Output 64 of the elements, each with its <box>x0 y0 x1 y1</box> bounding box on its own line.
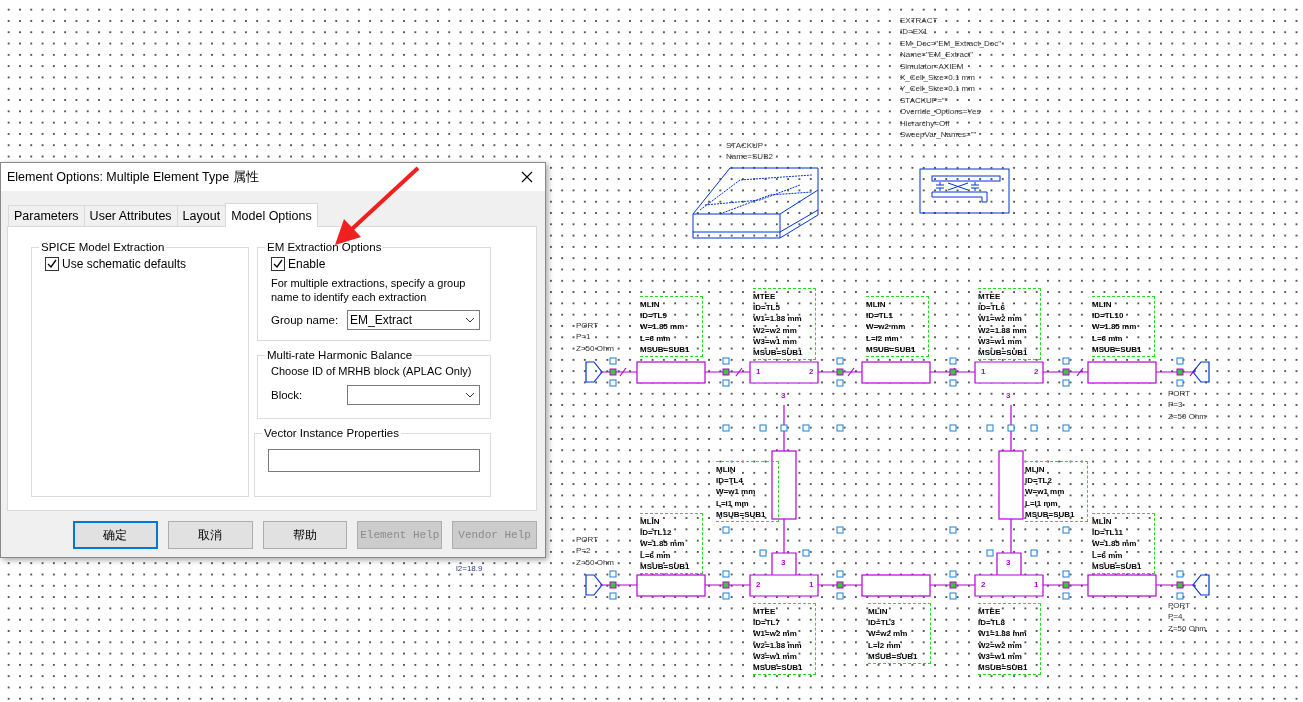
chevron-down-icon <box>465 391 475 398</box>
port-parameters: PORT P=1 Z=50 Ohm <box>576 320 614 355</box>
element-parameters: MLIN ID=TL10 W=1.85 mm L=6 mm MSUB=SUB1 <box>1092 296 1155 357</box>
port-parameters: PORT P=3 Z=50 Ohm <box>1168 388 1206 423</box>
group-title: Vector Instance Properties <box>263 427 400 439</box>
checkmark-icon <box>273 259 283 269</box>
element-parameters: MLIN ID=TL11 W=1.85 mm L=6 mm MSUB=SUB1 <box>1092 513 1155 574</box>
pin-number: 3 <box>1006 391 1011 400</box>
field-label: Block: <box>271 388 303 401</box>
close-button[interactable] <box>519 169 535 185</box>
extract-parameters: EXTRACT ID=EX1 EM_Doc="EM_Extract_Doc" Name="EM_Extract" Simulator=AXIEM X_Cell_Size=0.1 mm Y_Cell_Size=0.1 mm STACKUP="" Override_Options=Yes Hierarchy=Off SweepVar_Names="" <box>900 15 1002 141</box>
tee-junction <box>974 361 1044 384</box>
element-parameters: MLIN ID=TL12 W=1.85 mm L=6 mm MSUB=SUB1 <box>640 513 703 574</box>
pin-number: 2 <box>1034 367 1039 376</box>
element-parameters: MLIN ID=TL1 W=w2 mm L=l2 mm MSUB=SUB1 <box>866 296 929 357</box>
port-symbol <box>1192 574 1210 596</box>
pin-number: 3 <box>781 391 786 400</box>
tee-junction <box>974 552 1044 597</box>
element-parameters: MLIN ID=TL3 W=w2 mm L=l2 mm MSUB=SUB1 <box>868 603 931 664</box>
group-title: SPICE Model Extraction <box>40 241 166 253</box>
pin-number: 1 <box>809 580 814 589</box>
port-symbol <box>585 361 603 383</box>
port-parameters: PORT P=4 Z=50 Ohm <box>1168 600 1206 635</box>
checkmark-icon <box>47 259 57 269</box>
dialog-button[interactable]: 确定 <box>73 521 158 549</box>
element-parameters: MTEE ID=TL6 W1=w2 mm W2=1.88 mm W3=w1 mm MSUB=SUB1 <box>978 288 1041 361</box>
pin-number: 1 <box>756 367 761 376</box>
chevron-down-icon <box>465 317 475 323</box>
tab[interactable]: Model Options <box>225 203 318 227</box>
pin-number: 3 <box>1006 558 1011 567</box>
description-text: Choose ID of MRHB block (APLAC Only) <box>271 365 473 379</box>
pin-number: 1 <box>1034 580 1039 589</box>
port-symbol <box>585 574 603 596</box>
stackup-parameters: STACKUP Name=SUB2 <box>726 140 773 163</box>
tab[interactable]: Layout <box>176 205 227 226</box>
element-parameters: MTEE ID=TL7 W1=w2 mm W2=1.88 mm W3=w1 mm MSUB=SUB1 <box>753 603 816 676</box>
checkbox[interactable]: Use schematic defaults <box>45 257 238 271</box>
element-parameters: MLIN ID=TL4 W=w1 mm L=l1 mm MSUB=SUB1 <box>716 461 779 522</box>
block-dropdown[interactable] <box>347 384 480 405</box>
field-label: Group name: <box>271 314 339 326</box>
element-parameters: MTEE ID=TL5 W1=1.88 mm W2=w2 mm W3=w1 mm MSUB=SUB1 <box>753 288 816 361</box>
pin-number: 2 <box>809 367 814 376</box>
group-title: Multi-rate Harmonic Balance <box>266 349 414 361</box>
pin-number: 2 <box>981 580 986 589</box>
parameter-text: l2=18.9 <box>456 563 483 575</box>
pin-number: 1 <box>981 367 986 376</box>
input-field[interactable] <box>268 449 480 472</box>
group-name-dropdown[interactable]: EM_Extract <box>347 310 480 330</box>
dialog-button[interactable]: 帮助 <box>262 521 348 549</box>
port-parameters: PORT P=2 Z=50 Ohm <box>576 534 614 569</box>
element-parameters: MLIN ID=TL9 W=1.85 mm L=6 mm MSUB=SUB1 <box>640 296 703 357</box>
dialog-button[interactable]: 取消 <box>167 521 253 549</box>
tee-junction <box>749 552 819 597</box>
pin-number: 2 <box>756 580 761 589</box>
element-parameters: MLIN ID=TL2 W=w1 mm L=l1 mm MSUB=SUB1 <box>1025 461 1088 522</box>
description-text: For multiple extractions, specify a group name to identify each extraction <box>271 277 467 304</box>
tab[interactable]: Parameters <box>8 205 85 226</box>
window-title: Element Options: Multiple Element Type 属性 <box>7 168 259 186</box>
element-parameters: MTEE ID=TL8 W1=1.88 mm W2=w2 mm W3=w1 mm MSUB=SUB1 <box>978 603 1041 676</box>
checkbox[interactable]: Enable <box>271 257 480 271</box>
tee-junction <box>749 361 819 384</box>
group-title: EM Extraction Options <box>266 241 383 253</box>
pin-number: 3 <box>781 558 786 567</box>
port-symbol <box>1192 361 1210 383</box>
